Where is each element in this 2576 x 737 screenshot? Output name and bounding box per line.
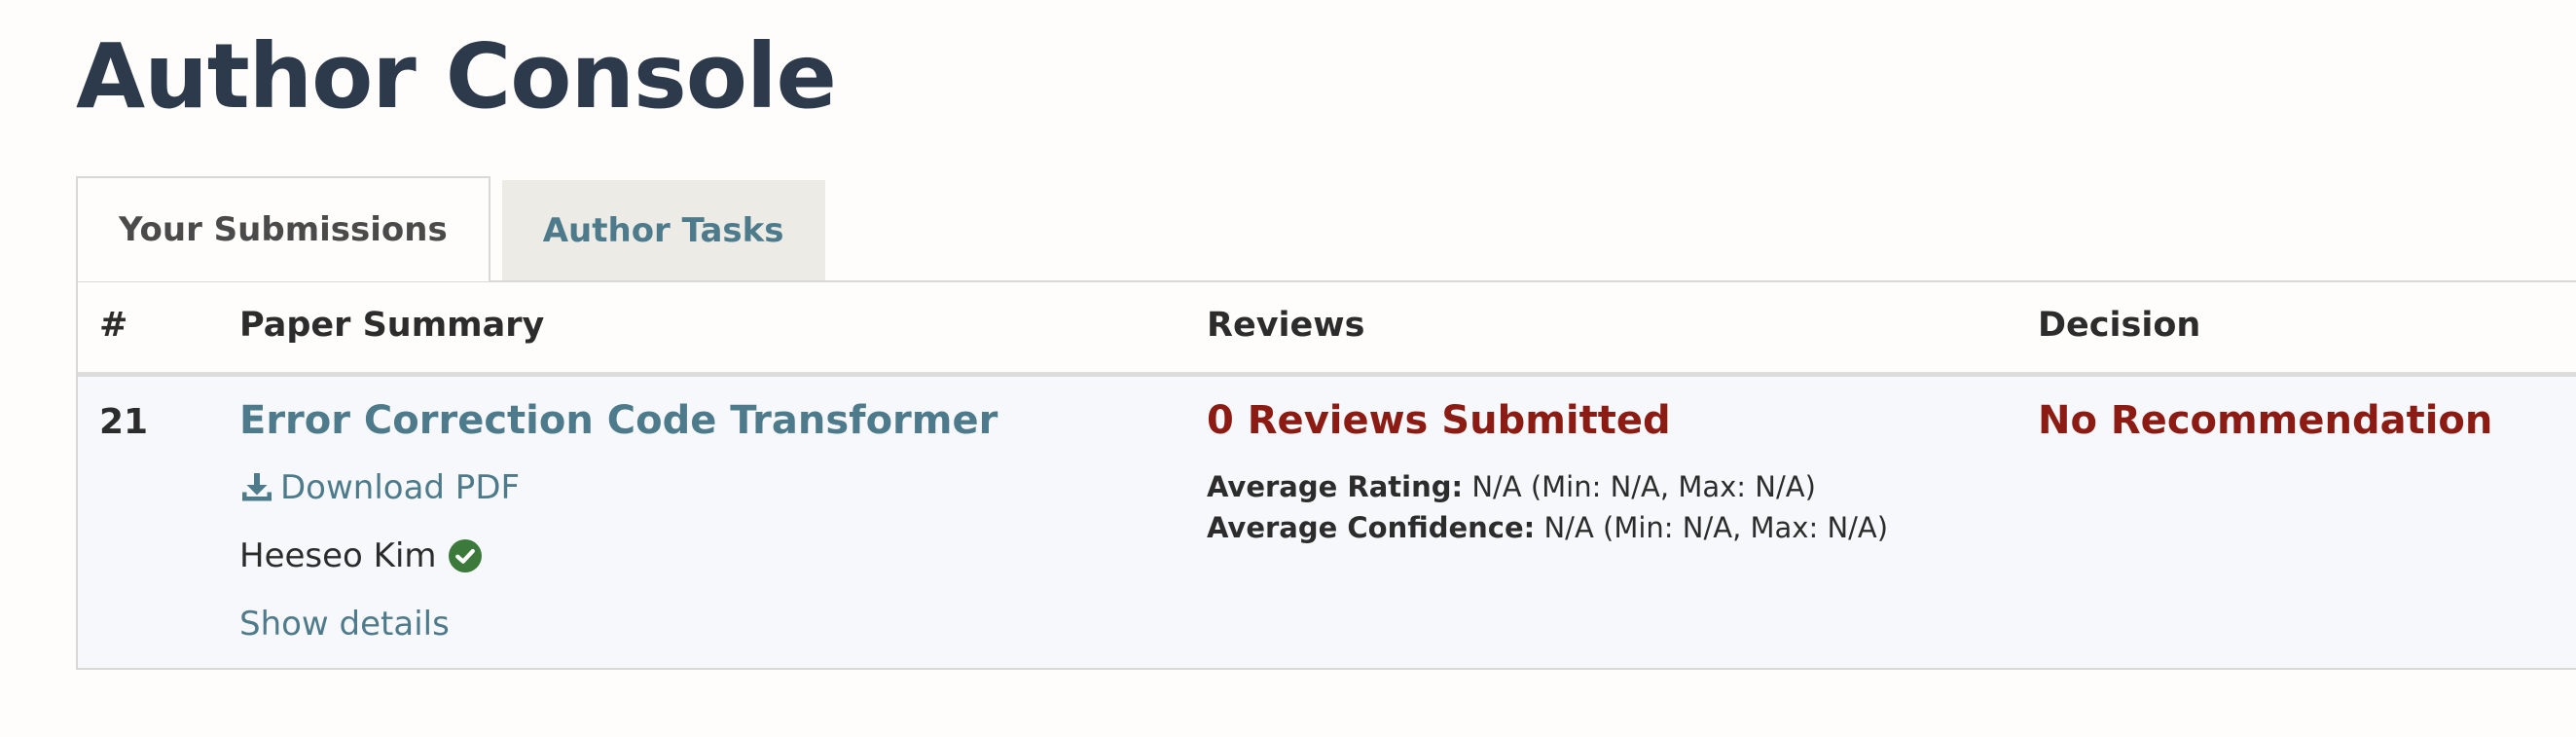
average-rating: Average Rating: N/A (Min: N/A, Max: N/A) — [1207, 470, 1816, 503]
average-rating-value: N/A (Min: N/A, Max: N/A) — [1471, 470, 1816, 503]
header-number: # — [99, 306, 128, 345]
table-row: 21 Error Correction Code Transformer Dow… — [78, 377, 2576, 668]
reviews-submitted-count: 0 Reviews Submitted — [1207, 398, 1671, 443]
download-pdf-label: Download PDF — [280, 468, 521, 507]
tab-author-tasks[interactable]: Author Tasks — [501, 180, 825, 281]
tab-bar: Your Submissions Author Tasks — [76, 176, 825, 281]
table-header: # Paper Summary Reviews Decision — [78, 282, 2576, 377]
author-entry: Heeseo Kim — [239, 536, 482, 575]
author-name: Heeseo Kim — [239, 536, 437, 575]
header-reviews: Reviews — [1207, 306, 1365, 345]
average-confidence-value: N/A (Min: N/A, Max: N/A) — [1543, 511, 1889, 544]
download-icon — [242, 473, 272, 501]
paper-number: 21 — [99, 402, 149, 442]
submissions-table: # Paper Summary Reviews Decision 21 Erro… — [76, 280, 2576, 670]
show-details-link[interactable]: Show details — [239, 605, 450, 644]
average-rating-label: Average Rating: — [1207, 470, 1464, 503]
verified-check-icon — [448, 539, 482, 572]
decision-status: No Recommendation — [2038, 398, 2493, 443]
page-title: Author Console — [76, 24, 837, 129]
download-pdf-link[interactable]: Download PDF — [239, 468, 520, 507]
average-confidence: Average Confidence: N/A (Min: N/A, Max: … — [1207, 511, 1888, 544]
header-decision: Decision — [2038, 306, 2201, 345]
paper-title-link[interactable]: Error Correction Code Transformer — [239, 398, 998, 443]
average-confidence-label: Average Confidence: — [1207, 511, 1536, 544]
header-paper-summary: Paper Summary — [239, 306, 545, 345]
tab-your-submissions[interactable]: Your Submissions — [76, 176, 490, 281]
